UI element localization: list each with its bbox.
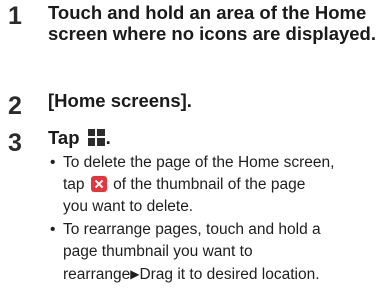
bullet-marker: • [50,221,56,238]
list-item: • To rearrange pages, touch and hold a p… [48,219,383,286]
step-text-after-icon: . [105,127,111,148]
note-list: • To delete the page of the Home screen,… [48,152,383,287]
bullet-marker: • [50,154,56,171]
plus-icon [87,129,105,146]
bullet-line: rearrange [63,266,131,283]
step-instruction: Tap . [48,127,111,148]
bullet-line: of the thumbnail of the page [108,176,306,193]
bullet-line: Drag it to desired location. [139,266,320,283]
step-number: 3 [8,129,22,157]
step-number: 1 [8,2,22,30]
bullet-line: To delete the page of the Home screen, [63,154,335,171]
bullet-line: page thumbnail you want to [63,243,253,260]
list-item: • To delete the page of the Home screen,… [48,152,383,218]
step-text-before-icon: Tap [48,127,85,148]
step-instruction: [Home screens]. [48,90,192,111]
step-number: 2 [8,92,22,120]
step-instruction: Touch and hold an area of the Home scree… [48,2,376,44]
bullet-line: you want to delete. [63,198,194,215]
bullet-line: tap [63,176,89,193]
delete-x-icon [90,176,107,192]
bullet-line: To rearrange pages, touch and hold a [63,221,321,238]
